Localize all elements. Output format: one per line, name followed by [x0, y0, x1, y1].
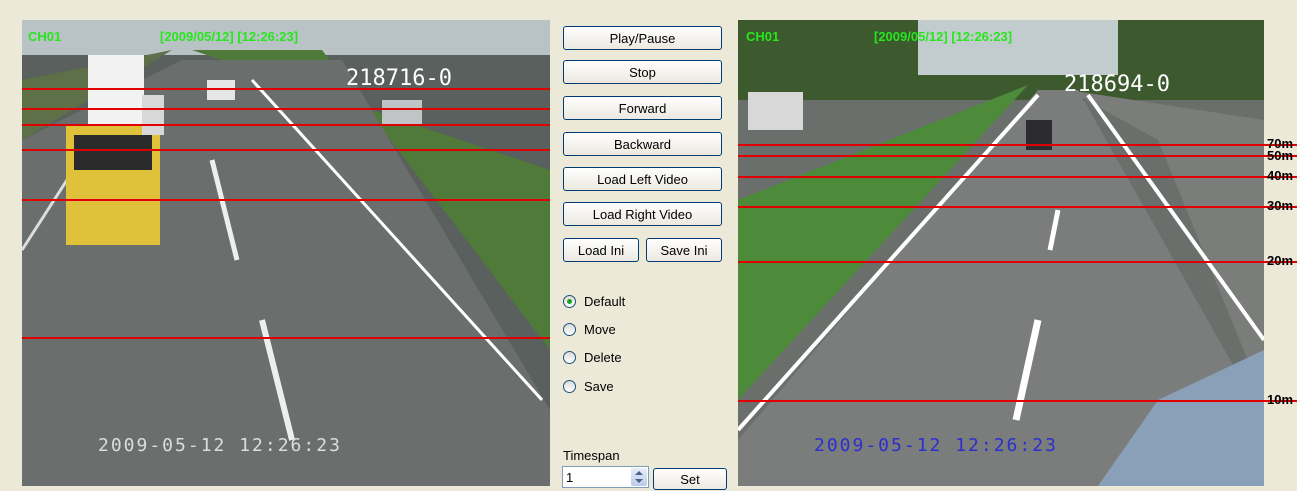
- mode-radio-default[interactable]: Default: [563, 292, 625, 310]
- load-right-video-button[interactable]: Load Right Video: [563, 202, 722, 226]
- mode-radio-save[interactable]: Save: [563, 377, 614, 395]
- set-button[interactable]: Set: [653, 468, 727, 490]
- left-guide-line[interactable]: [22, 337, 550, 339]
- left-datetime-label: [2009/05/12] [12:26:23]: [160, 29, 299, 44]
- right-channel-label: CH01: [746, 29, 780, 44]
- left-guide-line[interactable]: [22, 108, 550, 110]
- right-guide-line-50m[interactable]: [738, 155, 1297, 157]
- radio-button[interactable]: [563, 350, 576, 364]
- load-left-video-button[interactable]: Load Left Video: [563, 167, 722, 191]
- load-ini-button[interactable]: Load Ini: [563, 238, 639, 262]
- right-guide-line-10m[interactable]: [738, 400, 1297, 402]
- right-guide-line-40m[interactable]: [738, 176, 1297, 178]
- distance-label-50m: 50m: [1267, 148, 1294, 163]
- left-guide-line[interactable]: [22, 124, 550, 126]
- left-guide-line[interactable]: [22, 88, 550, 90]
- distance-label-10m: 10m: [1267, 392, 1294, 407]
- right-guide-line-30m[interactable]: [738, 206, 1297, 208]
- radio-button[interactable]: [563, 379, 576, 393]
- radio-label: Save: [584, 378, 614, 394]
- left-guide-line[interactable]: [22, 149, 550, 151]
- radio-button[interactable]: [563, 294, 576, 308]
- right-plate-label: 218694-0: [1064, 72, 1170, 97]
- spin-down-icon[interactable]: [635, 479, 643, 483]
- stop-button[interactable]: Stop: [563, 60, 722, 84]
- forward-button[interactable]: Forward: [563, 96, 722, 120]
- right-datetime-label: [2009/05/12] [12:26:23]: [874, 29, 1013, 44]
- right-road-scene: [738, 20, 1264, 486]
- right-video-view[interactable]: CH01 [2009/05/12] [12:26:23] 218694-0 20…: [738, 20, 1264, 486]
- radio-button[interactable]: [563, 322, 576, 336]
- distance-label-30m: 30m: [1267, 198, 1294, 213]
- backward-button[interactable]: Backward: [563, 132, 722, 156]
- spin-up-icon[interactable]: [635, 471, 643, 475]
- spin-buttons[interactable]: [631, 468, 647, 486]
- mode-radio-delete[interactable]: Delete: [563, 348, 622, 366]
- save-ini-button[interactable]: Save Ini: [646, 238, 722, 262]
- timespan-value[interactable]: 1: [566, 470, 573, 485]
- radio-label: Move: [584, 321, 616, 337]
- left-channel-label: CH01: [28, 29, 62, 44]
- mode-radio-move[interactable]: Move: [563, 320, 616, 338]
- play-pause-button[interactable]: Play/Pause: [563, 26, 722, 50]
- distance-label-40m: 40m: [1267, 168, 1294, 183]
- right-guide-line-70m[interactable]: [738, 144, 1297, 146]
- right-timestamp: 2009-05-12 12:26:23: [814, 435, 1058, 456]
- left-guide-line[interactable]: [22, 199, 550, 201]
- timespan-stepper[interactable]: 1: [562, 466, 649, 488]
- distance-label-20m: 20m: [1267, 253, 1294, 268]
- radio-label: Delete: [584, 349, 622, 365]
- right-guide-line-20m[interactable]: [738, 261, 1297, 263]
- radio-label: Default: [584, 293, 626, 309]
- timespan-label: Timespan: [563, 448, 620, 463]
- left-timestamp: 2009-05-12 12:26:23: [98, 435, 342, 456]
